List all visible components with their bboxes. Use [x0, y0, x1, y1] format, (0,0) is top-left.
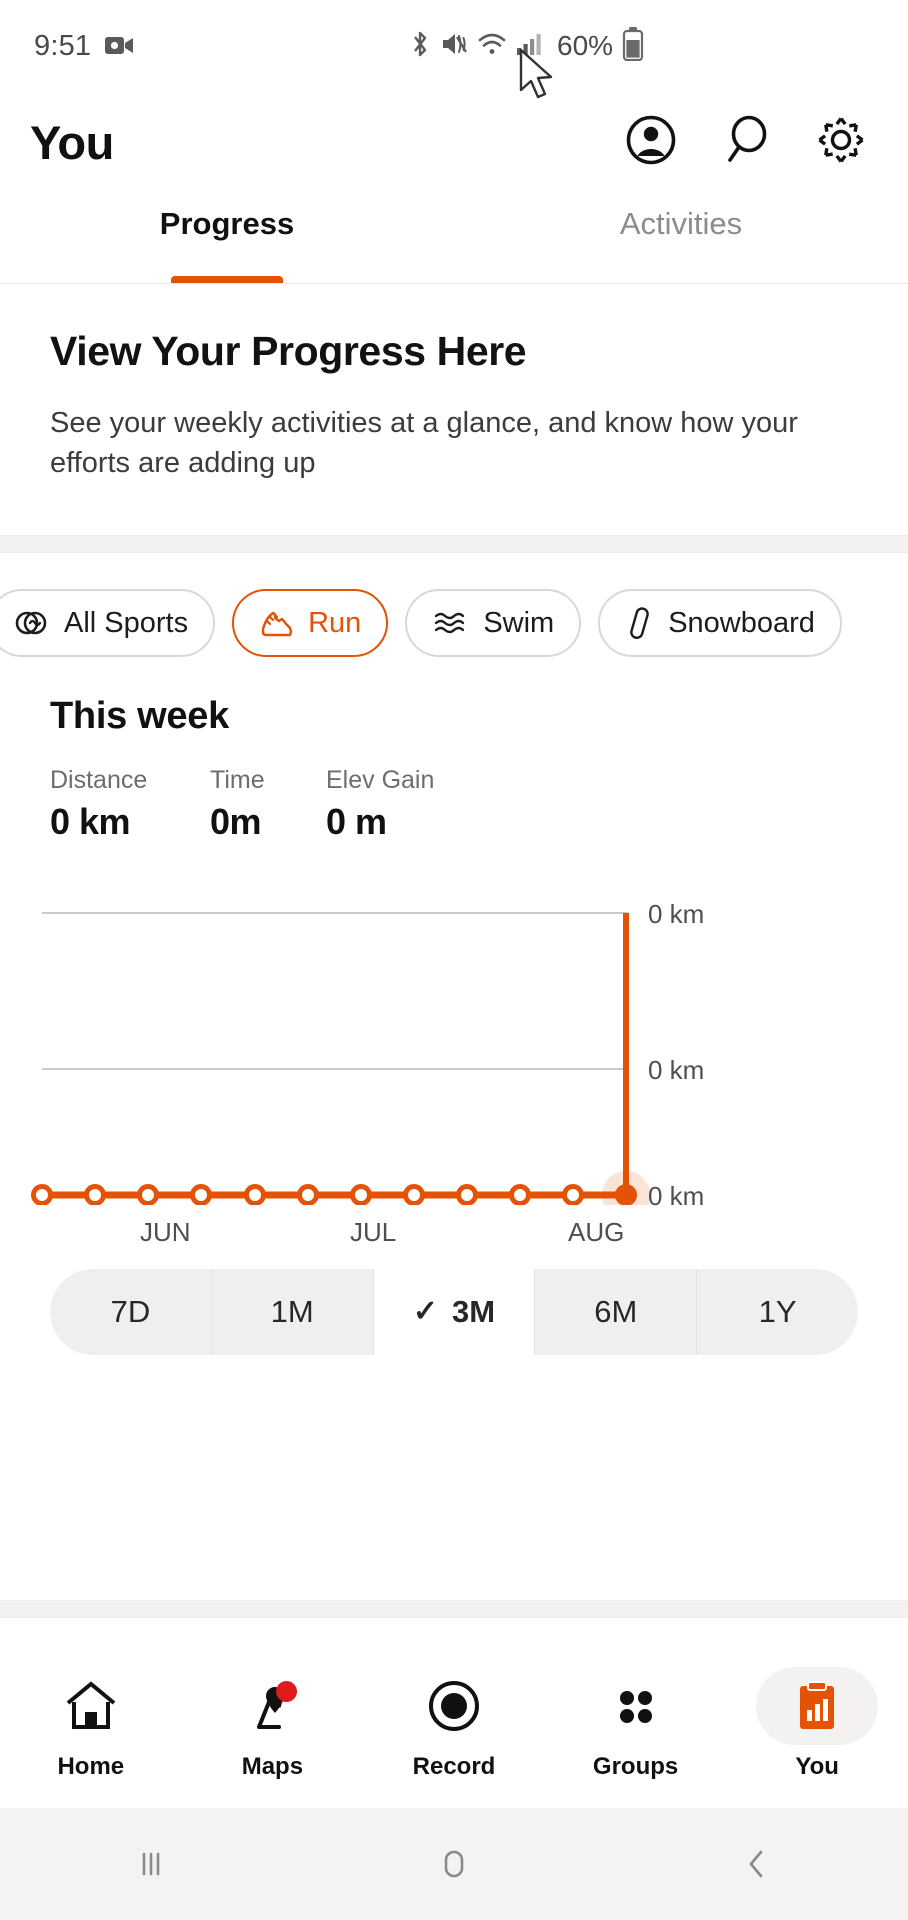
battery-percent-label: 60% — [557, 30, 614, 61]
battery-icon — [622, 26, 644, 66]
sport-chip-swim[interactable]: Swim — [405, 589, 582, 658]
nav-item-record[interactable]: Record — [363, 1667, 545, 1781]
stat-distance-label: Distance — [50, 766, 148, 795]
y-axis-label-mid: 0 km — [648, 1055, 705, 1086]
stat-time-value: 0m — [210, 801, 262, 843]
range-option-7d[interactable]: 7D — [50, 1269, 212, 1356]
nav-icon-box — [393, 1667, 515, 1745]
y-axis-label-bottom: 0 km — [648, 1181, 705, 1212]
range-option-label: 6M — [594, 1294, 638, 1330]
search-icon[interactable] — [722, 115, 770, 170]
mute-icon — [441, 30, 468, 63]
nav-icon-box — [211, 1667, 333, 1745]
all-sports-icon — [15, 606, 49, 640]
stat-distance-value: 0 km — [50, 801, 131, 843]
highlight-point — [615, 1184, 637, 1206]
home-icon — [64, 1680, 118, 1732]
range-option-label: 1Y — [758, 1294, 797, 1330]
snowboard-icon — [625, 606, 653, 640]
nav-icon-box — [575, 1667, 697, 1745]
range-option-1m[interactable]: 1M — [212, 1269, 374, 1356]
sport-chip-label: Snowboard — [668, 606, 815, 639]
tab-progress-label: Progress — [159, 206, 295, 241]
nav-label-maps: Maps — [241, 1753, 304, 1780]
sport-chip-label: Run — [308, 606, 362, 639]
nav-item-groups[interactable]: Groups — [545, 1667, 727, 1781]
stat-elev-label: Elev Gain — [326, 766, 435, 795]
check-icon: ✓ — [412, 1295, 439, 1329]
sport-chip-label: Swim — [483, 606, 555, 639]
back-chevron-icon[interactable] — [605, 1843, 908, 1885]
intro-body: See your weekly activities at a glance, … — [50, 407, 798, 480]
tab-activities[interactable]: Activities — [454, 192, 908, 283]
recents-icon[interactable] — [0, 1843, 303, 1885]
this-week-section: This week Distance 0 km Time 0m Elev Gai… — [0, 657, 908, 843]
range-option-3m[interactable]: ✓ 3M — [373, 1269, 536, 1356]
nav-item-you[interactable]: You — [726, 1667, 908, 1781]
nav-label-you: You — [795, 1753, 839, 1780]
status-bar: 9:51 60% — [0, 0, 908, 92]
status-bar-icons: 60% — [408, 0, 644, 92]
x-tick-jun: JUN — [140, 1217, 191, 1248]
stat-time-label: Time — [210, 766, 265, 795]
wifi-icon — [477, 31, 507, 62]
bluetooth-icon — [408, 29, 432, 64]
stat-time: Time 0m — [210, 766, 294, 843]
stat-distance: Distance 0 km — [50, 766, 178, 843]
range-option-label: 3M — [452, 1294, 496, 1330]
bottom-navigation: Home Maps Record Groups You — [0, 1640, 908, 1808]
account-circle-icon[interactable] — [626, 115, 676, 170]
sport-filter-row[interactable]: All Sports Run Swim Snowboard — [0, 553, 908, 658]
status-bar-time: 9:51 — [34, 29, 92, 62]
nav-label-home: Home — [57, 1753, 125, 1780]
tab-bar: Progress Activities — [0, 192, 908, 284]
week-stats: Distance 0 km Time 0m Elev Gain 0 m — [50, 766, 858, 843]
nav-icon-box — [756, 1667, 879, 1745]
sport-chip-snowboard[interactable]: Snowboard — [598, 589, 842, 658]
nav-label-record: Record — [412, 1753, 496, 1780]
tab-activities-label: Activities — [619, 206, 743, 241]
waves-icon — [432, 607, 468, 639]
x-tick-aug: AUG — [568, 1217, 625, 1248]
range-option-label: 1M — [270, 1294, 314, 1330]
clipboard-chart-icon — [795, 1680, 839, 1732]
range-option-label: 7D — [110, 1294, 151, 1330]
header-actions — [626, 115, 878, 170]
nav-icon-box — [30, 1667, 152, 1745]
nav-item-home[interactable]: Home — [0, 1667, 182, 1781]
sport-chip-label: All Sports — [64, 606, 189, 639]
page-title: You — [30, 115, 114, 169]
bottom-section-divider — [0, 1600, 908, 1618]
tab-progress[interactable]: Progress — [0, 192, 454, 283]
sport-chip-all-sports[interactable]: All Sports — [0, 589, 216, 658]
camera-icon — [105, 35, 135, 57]
stat-elev-gain: Elev Gain 0 m — [326, 766, 434, 843]
y-axis-label-top: 0 km — [648, 899, 705, 930]
progress-chart[interactable]: 0 km 0 km 0 km JUN JUL AUG — [0, 885, 908, 1247]
record-circle-icon — [427, 1679, 481, 1733]
app-header: You — [0, 92, 908, 192]
shoe-icon — [259, 607, 293, 639]
range-option-6m[interactable]: 6M — [535, 1269, 698, 1356]
nav-label-groups: Groups — [592, 1753, 679, 1780]
progress-chart-svg — [31, 912, 650, 1206]
nav-item-maps[interactable]: Maps — [182, 1667, 364, 1781]
x-tick-jul: JUL — [350, 1217, 397, 1248]
this-week-heading: This week — [50, 695, 229, 738]
intro-section: View Your Progress Here See your weekly … — [0, 284, 908, 535]
sport-chip-run[interactable]: Run — [232, 589, 389, 658]
groups-dots-icon — [611, 1681, 661, 1731]
stat-elev-value: 0 m — [326, 801, 387, 843]
settings-gear-icon[interactable] — [816, 115, 866, 170]
android-navigation-bar — [0, 1808, 908, 1920]
signal-icon — [516, 31, 544, 62]
home-pill-icon[interactable] — [303, 1843, 606, 1885]
intro-heading: View Your Progress Here — [50, 328, 527, 374]
range-option-1y[interactable]: 1Y — [697, 1269, 858, 1355]
section-divider — [0, 535, 908, 554]
time-range-selector[interactable]: 7D 1M ✓ 3M 6M 1Y — [50, 1269, 858, 1356]
